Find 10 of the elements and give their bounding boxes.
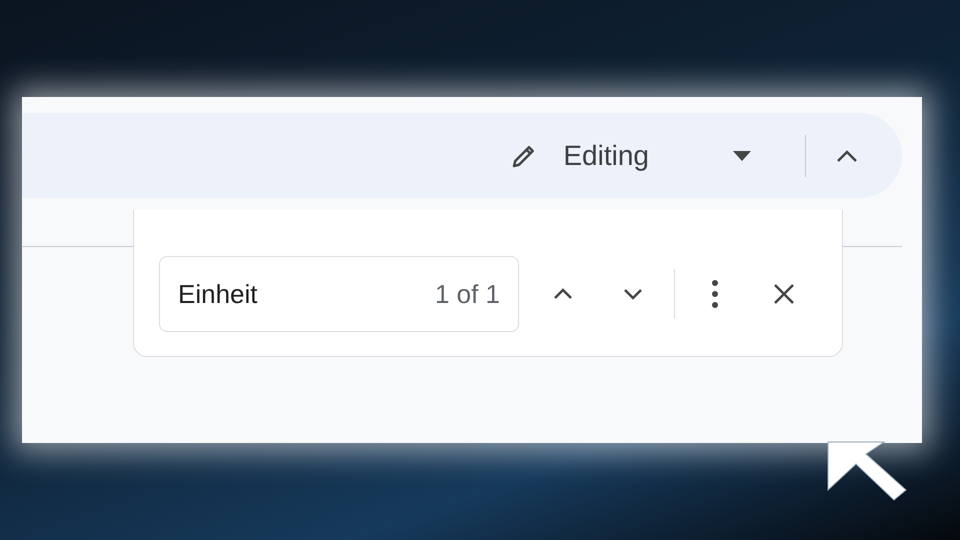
chevron-down-icon <box>623 288 643 300</box>
chevron-up-icon <box>836 148 858 162</box>
match-count: 1 of 1 <box>434 278 500 310</box>
dropdown-caret-icon <box>733 150 751 160</box>
chevron-up-icon <box>553 288 573 300</box>
close-icon <box>773 283 795 305</box>
more-vertical-icon <box>711 279 719 309</box>
search-input[interactable]: Einheit <box>178 274 358 314</box>
editing-mode-button[interactable]: Editing <box>509 130 751 180</box>
search-field[interactable]: Einheit 1 of 1 <box>159 256 519 332</box>
